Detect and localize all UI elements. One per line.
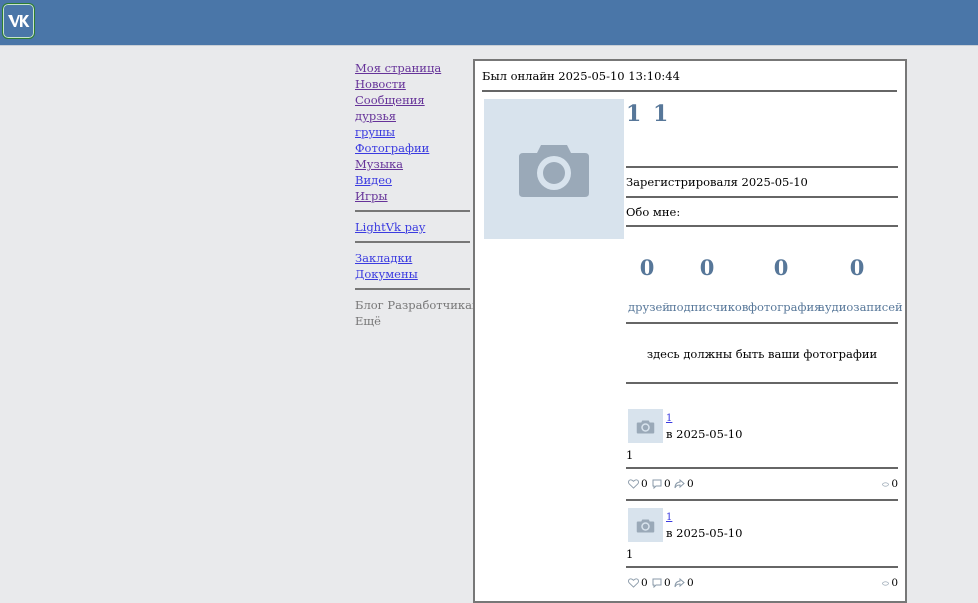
divider [626,166,898,168]
post-author-link[interactable]: 1 [666,413,672,424]
like-count: 0 [641,478,648,490]
views: 0 [882,577,898,589]
repost-button[interactable]: 0 [674,478,694,490]
profile-name: 1 1 [626,101,671,127]
vk-logo-icon[interactable] [2,3,35,39]
comment-icon [652,479,662,489]
friends-label[interactable]: друзей [628,300,670,314]
divider [626,225,898,227]
menu-divider [355,241,470,243]
like-button[interactable]: 0 [628,478,648,490]
menu-item-video[interactable]: Видео [355,172,470,188]
views-count: 0 [891,478,898,490]
menu-item-photos[interactable]: Фотографии [355,140,470,156]
photos-count[interactable]: 0 [761,255,801,280]
profile-avatar[interactable] [484,99,624,239]
photos-label[interactable]: фотография [748,300,821,314]
left-menu: Моя страница Новости Сообщения дурзья гр… [355,60,481,329]
heart-icon [628,479,639,489]
menu-item-documents[interactable]: Докумены [355,266,470,282]
registration-date: Зарегистрироваля 2025-05-10 [626,175,808,189]
comment-button[interactable]: 0 [652,478,671,490]
repost-count: 0 [687,478,694,490]
followers-label[interactable]: подписчиков [669,300,748,314]
top-bar [0,0,978,45]
menu-divider [355,288,470,290]
eye-icon [882,482,890,486]
no-photos-message: здесь должны быть ваши фотографии [646,347,878,361]
comment-count: 0 [664,478,671,490]
repost-button[interactable]: 0 [674,577,694,589]
divider [626,322,898,324]
menu-item-bookmarks[interactable]: Закладки [355,250,470,266]
post-actions: 0 0 0 0 [626,478,898,492]
divider [626,467,898,469]
menu-item-games[interactable]: Игры [355,188,470,204]
divider [626,196,898,198]
menu-item-my-page[interactable]: Моя страница [355,60,470,76]
friends-count[interactable]: 0 [627,255,667,280]
views-count: 0 [891,577,898,589]
about-label: Обо мне: [626,205,681,219]
repost-count: 0 [687,577,694,589]
camera-icon [636,519,655,533]
top-bar-border [0,45,978,46]
menu-item-news[interactable]: Новости [355,76,470,92]
profile-panel: Был онлайн 2025-05-10 13:10:44 1 1 Зарег… [473,59,907,603]
menu-item-groups[interactable]: грушы [355,124,470,140]
followers-count[interactable]: 0 [687,255,727,280]
menu-item-dev-blog[interactable]: Блог Разработчикам [355,297,481,313]
views: 0 [882,478,898,490]
camera-icon [636,420,655,434]
menu-item-music[interactable]: Музыка [355,156,470,172]
post-author-avatar[interactable] [628,409,663,443]
menu-item-friends[interactable]: дурзья [355,108,470,124]
audio-label[interactable]: аудиозаписей [818,300,903,314]
divider [626,382,898,384]
camera-icon [519,145,589,197]
menu-item-more[interactable]: Ещё [355,313,470,329]
menu-item-messages[interactable]: Сообщения [355,92,470,108]
divider [482,90,897,92]
share-icon [674,479,685,489]
like-count: 0 [641,577,648,589]
divider [626,499,898,501]
divider [626,566,898,568]
audio-count[interactable]: 0 [837,255,877,280]
eye-icon [882,581,890,585]
post-text: 1 [626,547,634,561]
comment-count: 0 [664,577,671,589]
post-text: 1 [626,448,634,462]
post-date: в 2025-05-10 [666,427,743,441]
comment-button[interactable]: 0 [652,577,671,589]
post-date: в 2025-05-10 [666,526,743,540]
menu-item-pay[interactable]: LightVk pay [355,219,470,235]
post-actions: 0 0 0 0 [626,577,898,591]
like-button[interactable]: 0 [628,577,648,589]
online-status: Был онлайн 2025-05-10 13:10:44 [482,69,680,83]
post-author-avatar[interactable] [628,508,663,542]
post-author-link[interactable]: 1 [666,512,672,523]
menu-divider [355,210,470,212]
